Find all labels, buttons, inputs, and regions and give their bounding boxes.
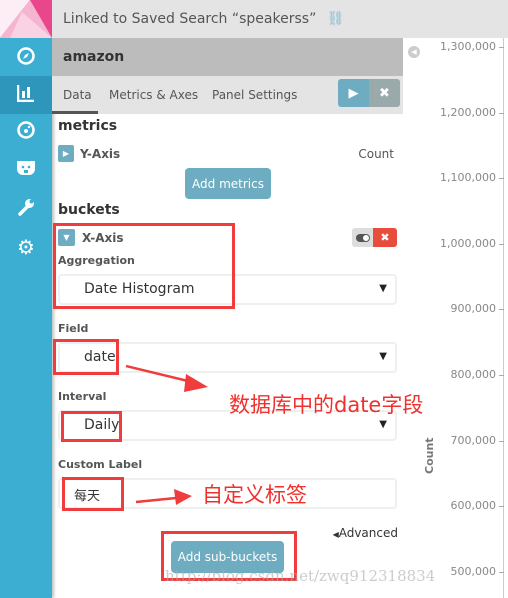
annotation-label-note: 自定义标签 (202, 483, 307, 507)
arrow-icon (135, 489, 192, 505)
arrow-icon (125, 364, 208, 392)
watermark: http://blog.csdn.net/zwq912318834 (165, 567, 436, 585)
annotation-field-note: 数据库中的date字段 (229, 393, 424, 417)
